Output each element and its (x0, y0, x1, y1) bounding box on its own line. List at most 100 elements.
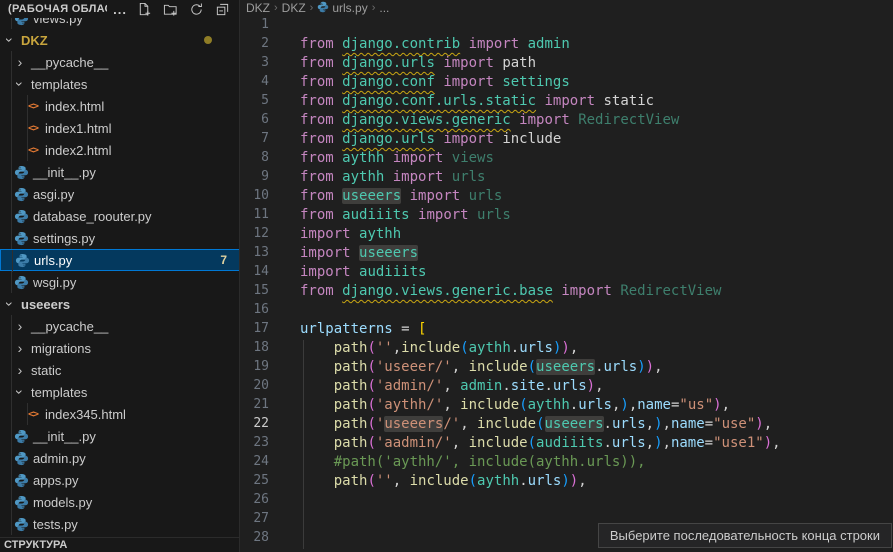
code-line-14[interactable]: import audiiits (300, 264, 781, 283)
editor-gutter[interactable]: 1234567891011121314151617181920212223242… (241, 17, 269, 549)
tree-item-apps-py[interactable]: apps.py (0, 469, 240, 491)
code-line-18[interactable]: path('',include(aythh.urls)), (300, 340, 781, 359)
code-line-17[interactable]: urlpatterns = [ (300, 321, 781, 340)
tree-item-dkz[interactable]: ›DKZ (0, 29, 240, 51)
code-line-26[interactable] (300, 492, 781, 511)
line-number-28[interactable]: 28 (241, 530, 269, 549)
new-folder-icon[interactable] (162, 1, 179, 18)
outline-section-header[interactable]: СТРУКТУРА (0, 537, 239, 552)
tree-indent-guide (11, 161, 12, 183)
tree-item-migrations[interactable]: ›migrations (0, 337, 240, 359)
refresh-icon[interactable] (188, 1, 205, 18)
line-number-26[interactable]: 26 (241, 492, 269, 511)
code-line-13[interactable]: import useeers (300, 245, 781, 264)
code-line-5[interactable]: from django.conf.urls.static import stat… (300, 93, 781, 112)
code-line-22[interactable]: path('useeers/', include(useeers.urls,),… (300, 416, 781, 435)
token: . (502, 378, 510, 394)
tree-item--init-py[interactable]: __init__.py (0, 425, 240, 447)
code-line-11[interactable]: from audiiits import urls (300, 207, 781, 226)
tree-item-index345-html[interactable]: <>index345.html (0, 403, 240, 425)
tree-item-settings-py[interactable]: settings.py (0, 227, 240, 249)
line-number-25[interactable]: 25 (241, 473, 269, 492)
tree-item-index-html[interactable]: <>index.html (0, 95, 240, 117)
line-number-8[interactable]: 8 (241, 150, 269, 169)
line-number-6[interactable]: 6 (241, 112, 269, 131)
tree-indent-guide (11, 403, 12, 425)
token: import (410, 188, 461, 204)
code-line-6[interactable]: from django.views.generic import Redirec… (300, 112, 781, 131)
code-line-4[interactable]: from django.conf import settings (300, 74, 781, 93)
tree-item-admin-py[interactable]: admin.py (0, 447, 240, 469)
line-number-4[interactable]: 4 (241, 74, 269, 93)
line-number-24[interactable]: 24 (241, 454, 269, 473)
tree-item--init-py[interactable]: __init__.py (0, 161, 240, 183)
tree-item-tests-py[interactable]: tests.py (0, 513, 240, 535)
code-line-15[interactable]: from django.views.generic.base import Re… (300, 283, 781, 302)
code-line-10[interactable]: from useeers import urls (300, 188, 781, 207)
code-area[interactable]: from django.contrib import adminfrom dja… (300, 17, 781, 549)
tree-item-models-py[interactable]: models.py (0, 491, 240, 513)
line-number-5[interactable]: 5 (241, 93, 269, 112)
code-line-1[interactable] (300, 17, 781, 36)
line-number-12[interactable]: 12 (241, 226, 269, 245)
tree-item-wsgi-py[interactable]: wsgi.py (0, 271, 240, 293)
tree-item-database-roouter-py[interactable]: database_roouter.py (0, 205, 240, 227)
line-number-7[interactable]: 7 (241, 131, 269, 150)
line-number-9[interactable]: 9 (241, 169, 269, 188)
code-line-3[interactable]: from django.urls import path (300, 55, 781, 74)
code-line-24[interactable]: #path('aythh/', include(aythh.urls)), (300, 454, 781, 473)
collapse-all-icon[interactable] (214, 1, 231, 18)
code-line-25[interactable]: path('', include(aythh.urls)), (300, 473, 781, 492)
token: ( (367, 378, 375, 394)
line-number-19[interactable]: 19 (241, 359, 269, 378)
line-number-13[interactable]: 13 (241, 245, 269, 264)
tree-item-urls-py[interactable]: urls.py7 (0, 249, 240, 271)
line-number-1[interactable]: 1 (241, 17, 269, 36)
code-line-21[interactable]: path('aythh/', include(aythh.urls,),name… (300, 397, 781, 416)
tree-item-index2-html[interactable]: <>index2.html (0, 139, 240, 161)
token: , (772, 435, 780, 451)
code-line-19[interactable]: path('useeer/', include(useeers.urls)), (300, 359, 781, 378)
code-line-8[interactable]: from aythh import views (300, 150, 781, 169)
line-number-2[interactable]: 2 (241, 36, 269, 55)
breadcrumb-item-dkz[interactable]: DKZ (282, 1, 306, 15)
code-line-2[interactable]: from django.contrib import admin (300, 36, 781, 55)
line-number-22[interactable]: 22 (241, 416, 269, 435)
code-line-12[interactable]: import aythh (300, 226, 781, 245)
line-number-16[interactable]: 16 (241, 302, 269, 321)
breadcrumb-item--[interactable]: ... (379, 1, 389, 15)
token: from (300, 93, 334, 109)
line-number-21[interactable]: 21 (241, 397, 269, 416)
line-number-20[interactable]: 20 (241, 378, 269, 397)
tree-item--pycache-[interactable]: ›__pycache__ (0, 51, 240, 73)
line-number-23[interactable]: 23 (241, 435, 269, 454)
tree-item-templates[interactable]: ›templates (0, 381, 240, 403)
explorer-section-header[interactable]: (РАБОЧАЯ ОБЛАСТЬ) ... (0, 0, 239, 18)
code-line-23[interactable]: path('aadmin/', include(audiiits.urls,),… (300, 435, 781, 454)
line-number-11[interactable]: 11 (241, 207, 269, 226)
line-number-18[interactable]: 18 (241, 340, 269, 359)
line-number-14[interactable]: 14 (241, 264, 269, 283)
more-actions-icon[interactable]: ... (113, 2, 127, 17)
line-number-3[interactable]: 3 (241, 55, 269, 74)
line-number-17[interactable]: 17 (241, 321, 269, 340)
tooltip-text: Выберите последовательность конца строки (610, 528, 880, 543)
tree-item-static[interactable]: ›static (0, 359, 240, 381)
line-number-27[interactable]: 27 (241, 511, 269, 530)
code-line-16[interactable] (300, 302, 781, 321)
code-line-7[interactable]: from django.urls import include (300, 131, 781, 150)
tree-item-index1-html[interactable]: <>index1.html (0, 117, 240, 139)
tree-indent-guide (27, 117, 28, 139)
breadcrumb-item-dkz[interactable]: DKZ (246, 1, 270, 15)
tree-item-templates[interactable]: ›templates (0, 73, 240, 95)
code-line-9[interactable]: from aythh import urls (300, 169, 781, 188)
tree-item-useeers[interactable]: ›useeers (0, 293, 240, 315)
code-line-20[interactable]: path('admin/', admin.site.urls), (300, 378, 781, 397)
breadcrumb-item-urls-py[interactable]: urls.py (317, 1, 367, 16)
new-file-icon[interactable] (136, 1, 153, 18)
token: RedirectView (620, 283, 721, 299)
tree-item--pycache-[interactable]: ›__pycache__ (0, 315, 240, 337)
tree-item-asgi-py[interactable]: asgi.py (0, 183, 240, 205)
line-number-10[interactable]: 10 (241, 188, 269, 207)
line-number-15[interactable]: 15 (241, 283, 269, 302)
